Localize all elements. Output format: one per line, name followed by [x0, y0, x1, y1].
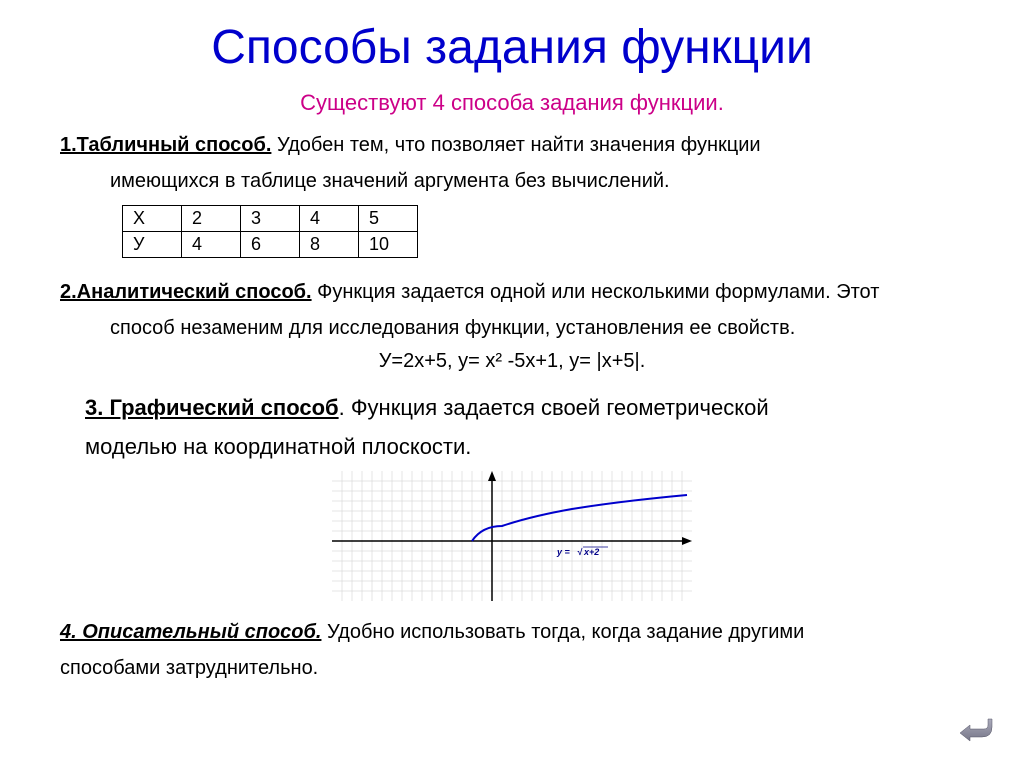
method3-heading: 3. Графический способ — [85, 395, 339, 420]
svg-text:x+2: x+2 — [583, 547, 599, 557]
table-row: Х 2 3 4 5 — [123, 206, 418, 232]
method2-heading: 2.Аналитический способ. — [60, 281, 312, 303]
table-cell: 5 — [359, 206, 418, 232]
table-cell: 2 — [182, 206, 241, 232]
method2-formulas: У=2х+5, у= х² -5х+1, у= |х+5|. — [60, 350, 964, 373]
method2-line2: способ незаменим для исследования функци… — [60, 314, 964, 342]
subtitle: Существуют 4 способа задания функции. — [60, 90, 964, 116]
method1-line2: имеющихся в таблице значений аргумента б… — [60, 167, 964, 195]
page-title: Способы задания функции — [60, 20, 964, 75]
method1-text1: Удобен тем, что позволяет найти значения… — [271, 134, 760, 156]
method2-line1: 2.Аналитический способ. Функция задается… — [60, 278, 964, 306]
method4-line1: 4. Описательный способ. Удобно использов… — [60, 618, 964, 646]
table-cell: 10 — [359, 232, 418, 258]
table-cell: 6 — [241, 232, 300, 258]
method3-line2: моделью на координатной плоскости. — [60, 432, 964, 463]
data-table: Х 2 3 4 5 У 4 6 8 10 — [122, 205, 418, 258]
slide-content: Способы задания функции Существуют 4 спо… — [0, 0, 1024, 767]
return-icon[interactable] — [954, 715, 994, 747]
method4-line2: способами затруднительно. — [60, 654, 964, 682]
equation-label: y = — [556, 547, 571, 557]
method3-text1: . Функция задается своей геометрической — [339, 395, 769, 420]
curve — [472, 495, 687, 541]
table-cell: 4 — [182, 232, 241, 258]
method1-heading: 1.Табличный способ. — [60, 134, 271, 156]
table-cell: 3 — [241, 206, 300, 232]
method4-text1: Удобно использовать тогда, когда задание… — [321, 621, 804, 643]
method2-text1: Функция задается одной или несколькими ф… — [312, 281, 880, 303]
table-row: У 4 6 8 10 — [123, 232, 418, 258]
table-cell: У — [123, 232, 182, 258]
graph-container: y = √ x+2 — [60, 471, 964, 606]
method4-heading: 4. Описательный способ. — [60, 621, 321, 643]
table-cell: Х — [123, 206, 182, 232]
method3-line1: 3. Графический способ. Функция задается … — [60, 393, 964, 424]
table-cell: 8 — [300, 232, 359, 258]
table-cell: 4 — [300, 206, 359, 232]
function-graph: y = √ x+2 — [332, 471, 692, 601]
method1-line1: 1.Табличный способ. Удобен тем, что позв… — [60, 131, 964, 159]
